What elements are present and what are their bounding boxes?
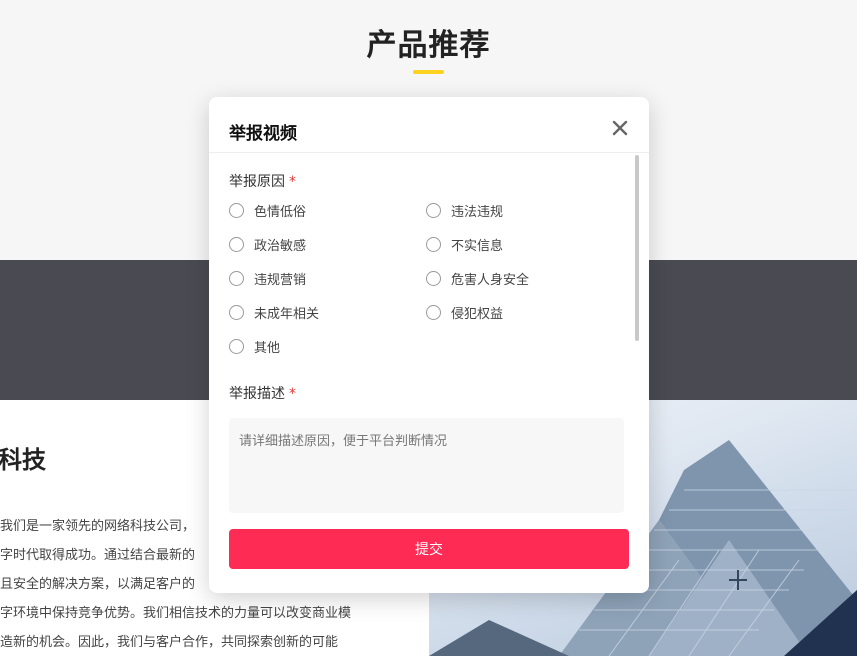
radio-reason-minors[interactable]: 未成年相关 [229, 303, 319, 322]
radio-label: 其他 [254, 341, 281, 356]
radio-label: 政治敏感 [254, 239, 307, 254]
radio-circle[interactable] [229, 237, 244, 252]
radio-reason-safety[interactable]: 危害人身安全 [426, 269, 529, 288]
radio-label: 侵犯权益 [451, 307, 504, 322]
radio-circle[interactable] [229, 203, 244, 218]
about-heading: 科技 [0, 446, 46, 474]
reason-label: 举报原因 * [229, 171, 296, 191]
radio-reason-infringement[interactable]: 侵犯权益 [426, 303, 503, 322]
radio-label: 不实信息 [451, 239, 504, 254]
radio-label: 危害人身安全 [451, 273, 530, 288]
radio-circle[interactable] [426, 271, 441, 286]
close-button[interactable] [609, 117, 631, 139]
close-icon [612, 120, 628, 136]
radio-reason-vulgar[interactable]: 色情低俗 [229, 201, 306, 220]
radio-circle[interactable] [229, 305, 244, 320]
scrollbar-thumb[interactable] [635, 155, 639, 341]
radio-circle[interactable] [229, 271, 244, 286]
modal-header: 举报视频 [209, 97, 649, 153]
radio-reason-marketing[interactable]: 违规营销 [229, 269, 306, 288]
submit-button[interactable]: 提交 [229, 529, 629, 569]
description-label-text: 举报描述 [229, 386, 285, 402]
radio-circle[interactable] [229, 339, 244, 354]
radio-circle[interactable] [426, 237, 441, 252]
title-underline [413, 70, 444, 74]
radio-circle[interactable] [426, 305, 441, 320]
radio-reason-political[interactable]: 政治敏感 [229, 235, 306, 254]
section-title: 产品推荐 [366, 28, 491, 63]
radio-label: 违规营销 [254, 273, 307, 288]
modal-scrollbar[interactable] [635, 155, 639, 341]
required-mark: * [289, 174, 296, 190]
radio-circle[interactable] [426, 203, 441, 218]
reason-label-text: 举报原因 [229, 174, 285, 190]
description-label: 举报描述 * [229, 383, 296, 403]
radio-reason-other[interactable]: 其他 [229, 337, 280, 356]
about-line: 造新的机会。因此，我们与客户合作，共同探索创新的可能 [0, 635, 339, 650]
radio-label: 色情低俗 [254, 205, 307, 220]
report-video-modal: 举报视频 举报原因 * 色情低俗 违法违规 政治敏感 不实信息 违规营销 危害人身… [209, 97, 649, 593]
modal-title: 举报视频 [229, 124, 297, 144]
radio-reason-false-info[interactable]: 不实信息 [426, 235, 503, 254]
about-line: 字环境中保持竞争优势。我们相信技术的力量可以改变商业模 [0, 606, 352, 621]
description-textarea[interactable] [229, 418, 624, 513]
radio-reason-illegal[interactable]: 违法违规 [426, 201, 503, 220]
radio-label: 未成年相关 [254, 307, 320, 322]
radio-label: 违法违规 [451, 205, 504, 220]
required-mark: * [289, 386, 296, 402]
